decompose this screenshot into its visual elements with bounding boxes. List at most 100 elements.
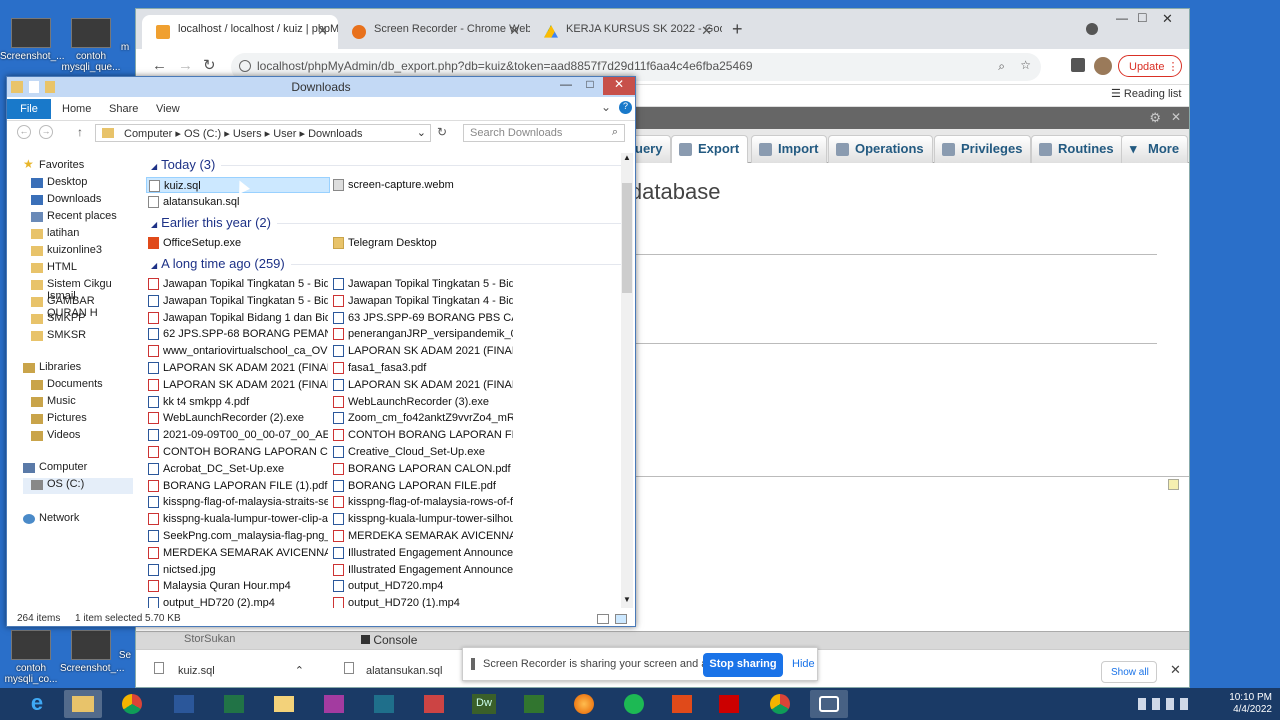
ribbon-share-tab[interactable]: Share: [109, 103, 138, 115]
tab-export[interactable]: Export: [671, 135, 749, 163]
file-item[interactable]: kk t4 smkpp 4.pdf: [146, 394, 328, 410]
vertical-scrollbar[interactable]: ▲ ▼: [621, 153, 633, 608]
file-item[interactable]: output_HD720 (1).mp4: [331, 595, 513, 608]
spotify-icon[interactable]: [615, 690, 653, 718]
excel-icon[interactable]: [215, 690, 253, 718]
file-item[interactable]: output_HD720.mp4: [331, 578, 513, 594]
forward-arrow-icon[interactable]: →: [178, 57, 193, 74]
nav-libraries[interactable]: Libraries: [15, 361, 81, 377]
file-item[interactable]: Jawapan Topikal Bidang 1 dan Bidan...: [146, 310, 328, 326]
group-header-today[interactable]: ◢ Today (3): [151, 157, 621, 172]
maximize-button[interactable]: □: [579, 77, 601, 95]
breadcrumb-computer[interactable]: Computer: [124, 128, 172, 140]
file-item[interactable]: kisspng-flag-of-malaysia-straits-sett...: [146, 494, 328, 510]
up-arrow-icon[interactable]: ↑: [77, 125, 83, 139]
group-header-earlier[interactable]: ◢ Earlier this year (2): [151, 215, 621, 230]
file-item[interactable]: MERDEKA SEMARAK AVICENNA.png: [146, 545, 328, 561]
extensions-puzzle-icon[interactable]: [1071, 58, 1085, 72]
nav-music[interactable]: Music: [23, 395, 76, 411]
file-item[interactable]: fasa1_fasa3.pdf: [331, 360, 513, 376]
file-item[interactable]: WebLaunchRecorder (3).exe: [331, 394, 513, 410]
file-item[interactable]: Illustrated Engagement Announcem...: [331, 562, 513, 578]
tab-operations[interactable]: Operations: [828, 135, 933, 163]
breadcrumb-osc[interactable]: OS (C:): [184, 128, 221, 140]
tab-privileges[interactable]: Privileges: [934, 135, 1032, 163]
file-item[interactable]: peneranganJRP_versipandemik_0508...: [331, 326, 513, 342]
nav-downloads[interactable]: Downloads: [23, 193, 101, 209]
nav-latihan[interactable]: latihan: [23, 227, 79, 243]
desktop-icon[interactable]: Screenshot_...: [0, 18, 64, 62]
ribbon-file-tab[interactable]: File: [7, 99, 51, 119]
clock[interactable]: 10:10 PM 4/4/2022: [1229, 692, 1272, 716]
browser-tab-screen-recorder[interactable]: Screen Recorder - Chrome Web ✕: [338, 15, 530, 49]
nav-pictures[interactable]: Pictures: [23, 412, 87, 428]
reading-list-button[interactable]: ☰ Reading list: [1111, 87, 1181, 100]
large-icons-view-icon[interactable]: [615, 614, 627, 624]
download-item[interactable]: alatansukan.sql: [344, 662, 442, 677]
file-item[interactable]: SeekPng.com_malaysia-flag-png_40...: [146, 528, 328, 544]
file-item[interactable]: kisspng-kuala-lumpur-tower-silhou...: [331, 511, 513, 527]
ribbon-view-tab[interactable]: View: [156, 103, 180, 115]
minimize-button[interactable]: —: [555, 77, 577, 95]
dreamweaver-icon[interactable]: Dw: [465, 690, 503, 718]
new-tab-button[interactable]: +: [732, 19, 743, 40]
nav-smksr[interactable]: SMKSR: [23, 329, 86, 345]
file-item[interactable]: nictsed.jpg: [146, 562, 328, 578]
file-item[interactable]: BORANG LAPORAN CALON.pdf: [331, 461, 513, 477]
file-item[interactable]: OfficeSetup.exe: [146, 235, 328, 251]
screen-recorder-icon[interactable]: [810, 690, 848, 718]
tab-routines[interactable]: Routines: [1031, 135, 1123, 163]
chevron-down-icon[interactable]: ⌄: [417, 126, 426, 139]
nav-html[interactable]: HTML: [23, 261, 77, 277]
note-icon[interactable]: [1168, 479, 1179, 490]
close-button[interactable]: ✕: [603, 77, 635, 95]
file-item[interactable]: Illustrated Engagement Announcem...: [331, 545, 513, 561]
file-item[interactable]: LAPORAN SK ADAM 2021 (FINAL) (F...: [146, 360, 328, 376]
file-item[interactable]: WebLaunchRecorder (2).exe: [146, 410, 328, 426]
file-item[interactable]: LAPORAN SK ADAM 2021 (FINAL) (F...: [146, 377, 328, 393]
forward-icon[interactable]: →: [39, 125, 53, 139]
breadcrumb[interactable]: Computer ▸ OS (C:) ▸ Users ▸ User ▸ Down…: [95, 124, 431, 142]
nav-favorites[interactable]: ★ Favorites: [15, 157, 84, 175]
nav-recent[interactable]: Recent places: [23, 210, 117, 226]
scrollbar-thumb[interactable]: [622, 183, 632, 293]
acrobat-icon[interactable]: [710, 690, 748, 718]
file-item[interactable]: Malaysia Quran Hour.mp4: [146, 578, 328, 594]
scroll-up-arrow-icon[interactable]: ▲: [623, 153, 631, 162]
collapse-icon[interactable]: ✕: [1171, 110, 1181, 124]
breadcrumb-user[interactable]: User: [273, 128, 296, 140]
file-item[interactable]: Jawapan Topikal Tingkatan 4 - Bidan...: [331, 293, 513, 309]
close-window-button[interactable]: ✕: [1162, 11, 1173, 27]
download-item[interactable]: kuiz.sql ⌃: [154, 662, 304, 677]
file-item[interactable]: LAPORAN SK ADAM 2021 (FINAL) (F...: [331, 343, 513, 359]
file-item[interactable]: Jawapan Topikal Tingkatan 5 - Bidan...: [146, 276, 328, 292]
internet-explorer-icon[interactable]: e: [18, 690, 56, 718]
chevron-up-icon[interactable]: ⌃: [295, 665, 304, 677]
firefox-icon[interactable]: [565, 690, 603, 718]
file-item[interactable]: kisspng-flag-of-malaysia-rows-of-fl...: [331, 494, 513, 510]
ribbon-expand-icon[interactable]: ⌄: [601, 100, 611, 114]
file-item[interactable]: Acrobat_DC_Set-Up.exe: [146, 461, 328, 477]
search-input[interactable]: Search Downloads ⌕: [463, 124, 625, 142]
bookmark-star-icon[interactable]: ☆: [1020, 58, 1031, 72]
show-all-button[interactable]: Show all: [1101, 661, 1157, 683]
close-tab-icon[interactable]: ✕: [509, 23, 520, 39]
console-toggle[interactable]: Console: [361, 633, 417, 647]
nav-sistem[interactable]: Sistem Cikgu Ismail: [23, 278, 135, 302]
details-view-icon[interactable]: [597, 614, 609, 624]
file-item[interactable]: output_HD720 (2).mp4: [146, 595, 328, 608]
chrome-app-icon[interactable]: [762, 690, 800, 718]
file-item[interactable]: 63 JPS.SPP-69 BORANG PBS CALON ...: [331, 310, 513, 326]
file-item[interactable]: BORANG LAPORAN FILE.pdf: [331, 478, 513, 494]
back-arrow-icon[interactable]: ←: [152, 57, 167, 74]
file-item[interactable]: kisspng-kuala-lumpur-tower-clip-ar...: [146, 511, 328, 527]
onenote-icon[interactable]: [315, 690, 353, 718]
reload-icon[interactable]: ↻: [203, 56, 216, 74]
scroll-down-arrow-icon[interactable]: ▼: [623, 595, 631, 604]
stop-sharing-button[interactable]: Stop sharing: [703, 653, 783, 677]
settings-gear-icon[interactable]: ⚙: [1149, 110, 1161, 126]
ribbon-home-tab[interactable]: Home: [62, 103, 91, 115]
file-explorer-icon[interactable]: [64, 690, 102, 718]
file-item[interactable]: Telegram Desktop: [331, 235, 513, 251]
nav-osc[interactable]: OS (C:): [23, 478, 133, 494]
